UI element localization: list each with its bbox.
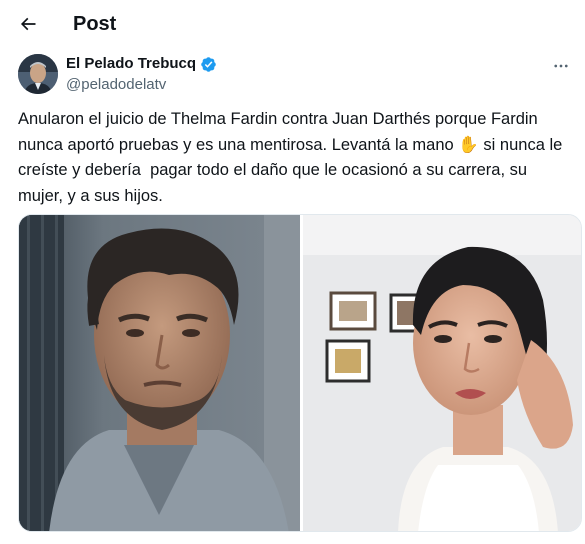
- man-portrait-photo: [19, 215, 300, 531]
- more-options-button[interactable]: [549, 56, 573, 76]
- avatar-image: [18, 54, 58, 94]
- media-image-1[interactable]: [19, 215, 300, 531]
- user-handle[interactable]: @peladodelatv: [66, 75, 166, 95]
- display-name[interactable]: El Pelado Trebucq: [66, 54, 196, 74]
- page-title: Post: [73, 13, 117, 35]
- tweet-text: Anularon el juicio de Thelma Fardin cont…: [18, 110, 567, 205]
- media-grid: [18, 214, 582, 532]
- media-image-2[interactable]: [303, 215, 581, 531]
- display-name-wrap: El Pelado Trebucq: [66, 54, 217, 74]
- more-horizontal-icon: [554, 64, 568, 68]
- avatar[interactable]: [18, 54, 58, 94]
- verified-badge-icon: [201, 56, 216, 72]
- author-row: El Pelado Trebucq @peladodelatv: [0, 48, 585, 100]
- top-bar: Post: [0, 0, 585, 48]
- arrow-left-icon: [20, 17, 36, 31]
- woman-selfie-photo: [303, 215, 581, 531]
- back-button[interactable]: [14, 10, 42, 38]
